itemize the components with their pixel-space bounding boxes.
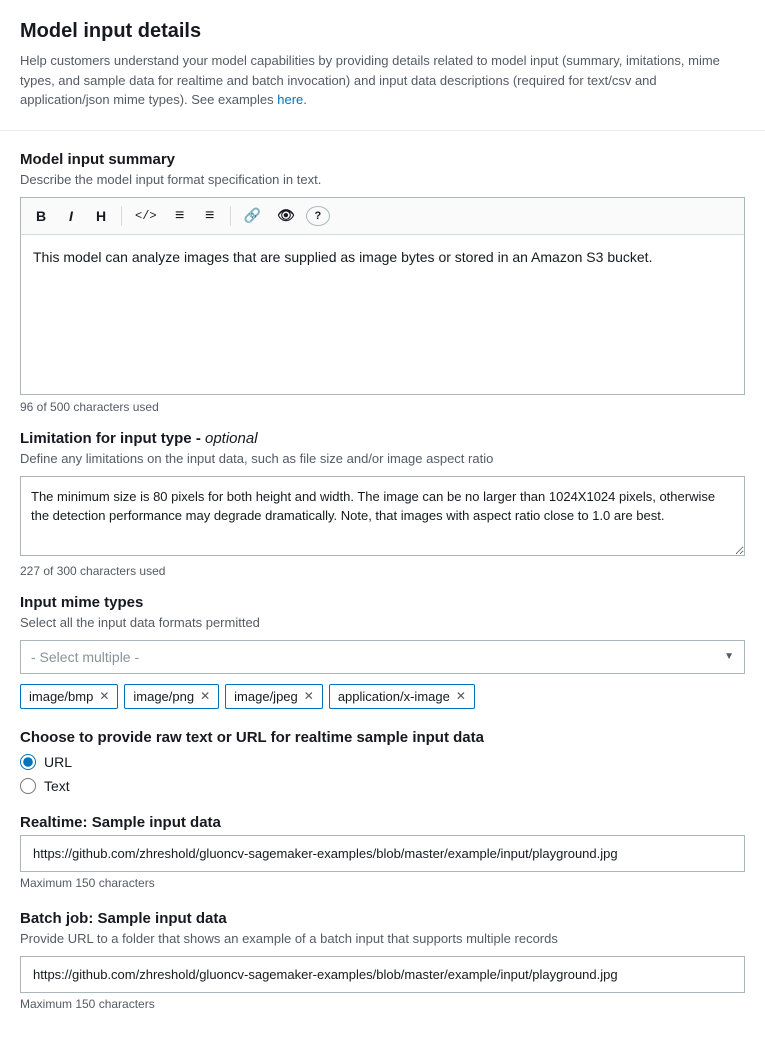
toolbar-separator-1	[121, 206, 122, 226]
mime-types-section: Input mime types Select all the input da…	[20, 594, 745, 709]
mime-types-tags: image/bmp ✕ image/png ✕ image/jpeg ✕ app…	[20, 684, 745, 709]
tag-image-bmp: image/bmp ✕	[20, 684, 118, 709]
radio-text[interactable]	[20, 778, 36, 794]
realtime-sample-section: Realtime: Sample input data https://gith…	[20, 814, 745, 890]
mime-types-placeholder: - Select multiple -	[31, 649, 139, 665]
mime-types-label: Input mime types	[20, 594, 745, 611]
tag-image-jpeg: image/jpeg ✕	[225, 684, 323, 709]
remove-tag-image-jpeg[interactable]: ✕	[304, 690, 314, 702]
remove-tag-image-png[interactable]: ✕	[200, 690, 210, 702]
preview-button[interactable]: 👁	[272, 204, 300, 228]
bold-button[interactable]: B	[29, 204, 53, 228]
model-input-summary-label: Model input summary	[20, 151, 745, 168]
mime-types-sublabel: Select all the input data formats permit…	[20, 615, 745, 630]
radio-group: URL Text	[20, 754, 745, 794]
heading-button[interactable]: H	[89, 204, 113, 228]
model-input-summary-sublabel: Describe the model input format specific…	[20, 172, 745, 187]
link-button[interactable]: 🔗	[239, 204, 266, 228]
ordered-list-button[interactable]: ≡	[198, 204, 222, 228]
limitation-label: Limitation for input type - optional	[20, 430, 745, 447]
italic-button[interactable]: I	[59, 204, 83, 228]
radio-url[interactable]	[20, 754, 36, 770]
page-container: Model input details Help customers under…	[0, 0, 765, 1061]
batch-sample-sublabel: Provide URL to a folder that shows an ex…	[20, 931, 745, 946]
model-input-summary-char-count: 96 of 500 characters used	[20, 400, 745, 414]
model-input-summary-section: Model input summary Describe the model i…	[20, 151, 745, 414]
editor-toolbar: B I H </> ≡ ≡ 🔗 👁 ?	[20, 197, 745, 235]
section-divider	[0, 130, 765, 131]
tag-image-png: image/png ✕	[124, 684, 219, 709]
toolbar-separator-2	[230, 206, 231, 226]
help-button[interactable]: ?	[306, 206, 330, 226]
page-title: Model input details	[20, 20, 745, 43]
batch-sample-value[interactable]: https://github.com/zhreshold/gluoncv-sag…	[20, 956, 745, 993]
page-description: Help customers understand your model cap…	[20, 51, 745, 110]
limitation-char-count: 227 of 300 characters used	[20, 564, 745, 578]
raw-text-label: Choose to provide raw text or URL for re…	[20, 729, 745, 746]
limitation-textarea[interactable]: The minimum size is 80 pixels for both h…	[20, 476, 745, 556]
radio-text-label[interactable]: Text	[20, 778, 745, 794]
batch-sample-max-chars: Maximum 150 characters	[20, 997, 745, 1011]
code-button[interactable]: </>	[130, 204, 162, 228]
unordered-list-button[interactable]: ≡	[168, 204, 192, 228]
raw-text-section: Choose to provide raw text or URL for re…	[20, 729, 745, 794]
remove-tag-image-bmp[interactable]: ✕	[99, 690, 109, 702]
remove-tag-application-x-image[interactable]: ✕	[456, 690, 466, 702]
examples-link[interactable]: here	[277, 92, 303, 107]
radio-url-label[interactable]: URL	[20, 754, 745, 770]
limitation-sublabel: Define any limitations on the input data…	[20, 451, 745, 466]
realtime-sample-value[interactable]: https://github.com/zhreshold/gluoncv-sag…	[20, 835, 745, 872]
tag-application-x-image: application/x-image ✕	[329, 684, 475, 709]
model-input-summary-editor[interactable]: This model can analyze images that are s…	[20, 235, 745, 395]
limitation-section: Limitation for input type - optional Def…	[20, 430, 745, 578]
realtime-sample-max-chars: Maximum 150 characters	[20, 876, 745, 890]
mime-types-select[interactable]: - Select multiple - ▼	[20, 640, 745, 674]
realtime-sample-label: Realtime: Sample input data	[20, 814, 745, 831]
batch-sample-label: Batch job: Sample input data	[20, 910, 745, 927]
radio-url-text: URL	[44, 754, 72, 770]
chevron-down-icon: ▼	[724, 651, 734, 662]
radio-text-text: Text	[44, 778, 70, 794]
batch-sample-section: Batch job: Sample input data Provide URL…	[20, 910, 745, 1011]
